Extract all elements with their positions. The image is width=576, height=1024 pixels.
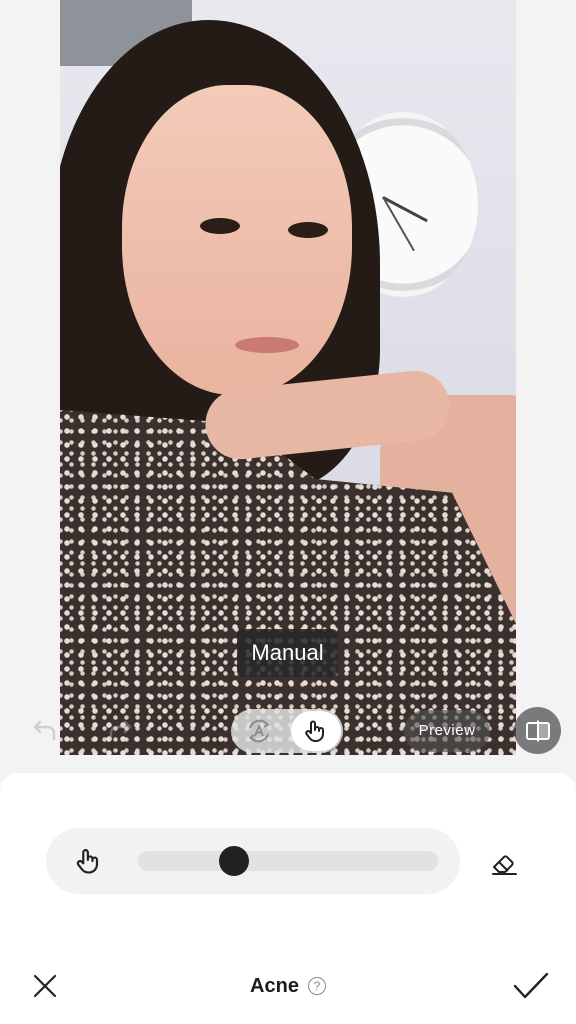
eraser-button[interactable]: [484, 843, 524, 883]
manual-mode-button[interactable]: [291, 711, 341, 751]
auto-a-icon: [248, 719, 270, 743]
hand-icon: [76, 849, 99, 874]
slider-thumb[interactable]: [219, 846, 249, 876]
redo-button[interactable]: [100, 710, 140, 750]
undo-button[interactable]: [25, 710, 65, 750]
brush-size-slider[interactable]: [138, 846, 438, 876]
compare-button[interactable]: [514, 707, 561, 754]
brush-size-bar: [46, 828, 460, 894]
compare-icon: [525, 720, 550, 741]
photo-eye-left: [200, 218, 240, 234]
tool-title: Acne: [250, 974, 299, 997]
brush-mode-button[interactable]: [70, 842, 108, 880]
hand-icon: [305, 720, 324, 742]
sheet-title-row: Acne ?: [0, 970, 576, 1002]
mode-switch[interactable]: [231, 709, 343, 753]
confirm-button[interactable]: [510, 967, 552, 1005]
photo-lips: [235, 337, 299, 353]
eraser-icon: [492, 855, 517, 875]
preview-button[interactable]: Preview: [404, 710, 490, 752]
redo-icon: [109, 720, 132, 741]
bottom-sheet: Acne ?: [0, 773, 576, 1024]
photo-eye-right: [288, 222, 328, 238]
checkmark-icon: [513, 972, 549, 999]
undo-icon: [33, 720, 56, 741]
help-icon[interactable]: ?: [307, 977, 326, 995]
mode-tooltip: Manual: [237, 629, 338, 677]
auto-mode-button[interactable]: [241, 713, 277, 749]
photo-face: [122, 85, 352, 395]
